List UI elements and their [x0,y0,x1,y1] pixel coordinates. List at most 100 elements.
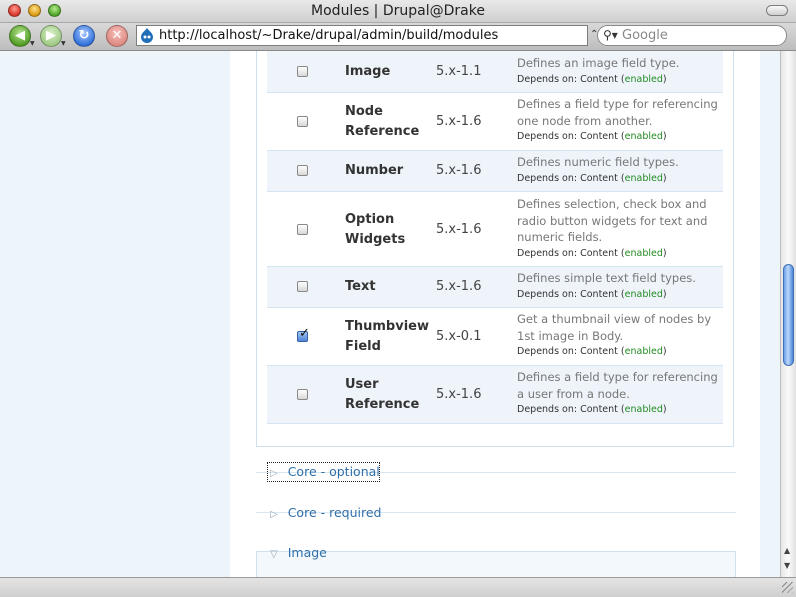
reload-button[interactable]: ↻ [73,25,95,47]
module-description: Get a thumbnail view of nodes by 1st ima… [517,311,722,359]
module-description: Defines numeric field types. Depends on:… [517,154,722,186]
scrollbar-thumb[interactable] [783,264,794,366]
checkmark-icon: ✓ [299,326,310,341]
depends-label: Depends on: Content [517,73,618,85]
description-text: Defines selection, check box and radio b… [517,197,708,244]
module-checkbox-user-reference[interactable] [297,389,308,400]
scroll-up-arrow-icon[interactable]: ▲ [784,546,790,555]
page-content: Image 5.x-1.1 Defines an image field typ… [0,51,780,577]
depends-label: Depends on: Content [517,247,618,259]
table-row: Number 5.x-1.6 Defines numeric field typ… [267,151,723,192]
resize-grip-icon[interactable] [782,582,793,593]
toolbar-toggle-button[interactable] [766,5,788,16]
drupal-favicon-icon [141,28,153,43]
forward-button[interactable]: ▶ [40,25,62,47]
description-text: Defines simple text field types. [517,271,696,285]
description-text: Defines an image field type. [517,56,680,70]
depends-status: enabled [624,73,663,85]
scroll-down-arrow-icon[interactable]: ▼ [784,561,790,570]
depends-on: Depends on: Content (enabled) [517,288,667,300]
fieldset-legend: Core - required [287,505,382,520]
depends-on: Depends on: Content (enabled) [517,247,667,259]
depends-label: Depends on: Content [517,172,618,184]
depends-on: Depends on: Content (enabled) [517,73,667,85]
window-titlebar: Modules | Drupal@Drake [0,0,796,23]
reload-icon: ↻ [78,28,90,43]
depends-label: Depends on: Content [517,404,618,415]
forward-history-arrow-icon[interactable]: ▼ [61,40,66,47]
fieldset-core-required[interactable]: ▷ Core - required [270,505,381,520]
back-button[interactable]: ◀ [9,25,31,47]
depends-on: Depends on: Content (enabled) [517,131,667,142]
module-checkbox-thumbview-field[interactable]: ✓ [297,326,310,342]
module-name: Node Reference [345,104,420,139]
module-version: 5.x-1.6 [436,222,482,237]
module-checkbox-text[interactable] [297,281,308,292]
back-history-arrow-icon[interactable]: ▼ [30,40,35,47]
module-checkbox-option-widgets[interactable] [297,224,308,235]
browser-toolbar: ◀ ▼ ▶ ▼ ↻ ✕ http://localhost/~Drake/drup… [0,23,796,51]
depends-label: Depends on: Content [517,131,618,142]
search-icon[interactable]: ⚲▾ [603,28,618,42]
forward-arrow-icon: ▶ [46,28,56,43]
depends-status: enabled [624,346,663,357]
depends-status: enabled [624,288,663,300]
module-name: User Reference [345,377,420,412]
module-description: Defines an image field type. Depends on:… [517,55,722,87]
right-gutter [760,51,780,577]
module-version: 5.x-1.6 [436,387,482,402]
vertical-scrollbar[interactable]: ▲ ▼ [780,51,796,577]
window-title: Modules | Drupal@Drake [311,3,485,19]
address-bar[interactable]: http://localhost/~Drake/drupal/admin/bui… [136,25,588,46]
depends-label: Depends on: Content [517,346,618,357]
module-checkbox-node-reference[interactable] [297,116,308,127]
table-row: User Reference 5.x-1.6 Defines a field t… [267,366,723,424]
depends-status: enabled [624,131,663,142]
depends-status: enabled [624,404,663,415]
module-version: 5.x-1.1 [436,64,482,79]
fieldset-image[interactable]: ▽ Image [270,545,327,560]
depends-on: Depends on: Content (enabled) [517,404,667,415]
module-version: 5.x-1.6 [436,279,482,294]
description-text: Get a thumbnail view of nodes by 1st ima… [517,312,712,343]
module-description: Defines simple text field types. Depends… [517,270,722,302]
stop-button[interactable]: ✕ [106,25,128,47]
depends-status: enabled [624,247,663,259]
fieldset-core-optional[interactable]: ▷ Core - optional [270,464,380,479]
table-row: Image 5.x-1.1 Defines an image field typ… [267,51,723,93]
module-version: 5.x-1.6 [436,163,482,178]
left-sidebar [0,51,230,577]
status-bar [0,577,796,597]
table-row: Option Widgets 5.x-1.6 Defines selection… [267,192,723,267]
module-name: Thumbview Field [345,319,429,354]
table-row: Text 5.x-1.6 Defines simple text field t… [267,267,723,308]
fieldset-image-body [256,551,736,577]
fieldset-legend: Core - optional [287,464,380,479]
module-name: Text [345,279,376,294]
module-version: 5.x-1.6 [436,114,482,129]
search-field[interactable]: ⚲▾ Google [597,25,787,46]
module-checkbox-image[interactable] [297,66,308,77]
address-text: http://localhost/~Drake/drupal/admin/bui… [159,28,499,43]
depends-label: Depends on: Content [517,288,618,300]
module-description: Defines a field type for referencing one… [517,96,722,144]
description-text: Defines a field type for referencing a u… [517,370,718,401]
back-arrow-icon: ◀ [15,28,25,43]
module-name: Image [345,64,391,79]
depends-status: enabled [624,172,663,184]
table-row: Node Reference 5.x-1.6 Defines a field t… [267,93,723,151]
module-checkbox-number[interactable] [297,165,308,176]
module-description: Defines selection, check box and radio b… [517,196,722,261]
module-name: Number [345,163,404,178]
module-description: Defines a field type for referencing a u… [517,369,722,417]
depends-on: Depends on: Content (enabled) [517,172,667,184]
depends-on: Depends on: Content (enabled) [517,346,667,357]
collapse-triangle-icon: ▽ [270,549,278,560]
fieldset-legend: Image [287,545,327,560]
module-name: Option Widgets [345,212,406,247]
stop-icon: ✕ [111,28,123,43]
table-row: ✓ Thumbview Field 5.x-0.1 Get a thumbnai… [267,308,723,366]
expand-triangle-icon: ▷ [270,509,278,520]
module-version: 5.x-0.1 [436,329,482,344]
description-text: Defines numeric field types. [517,155,679,169]
